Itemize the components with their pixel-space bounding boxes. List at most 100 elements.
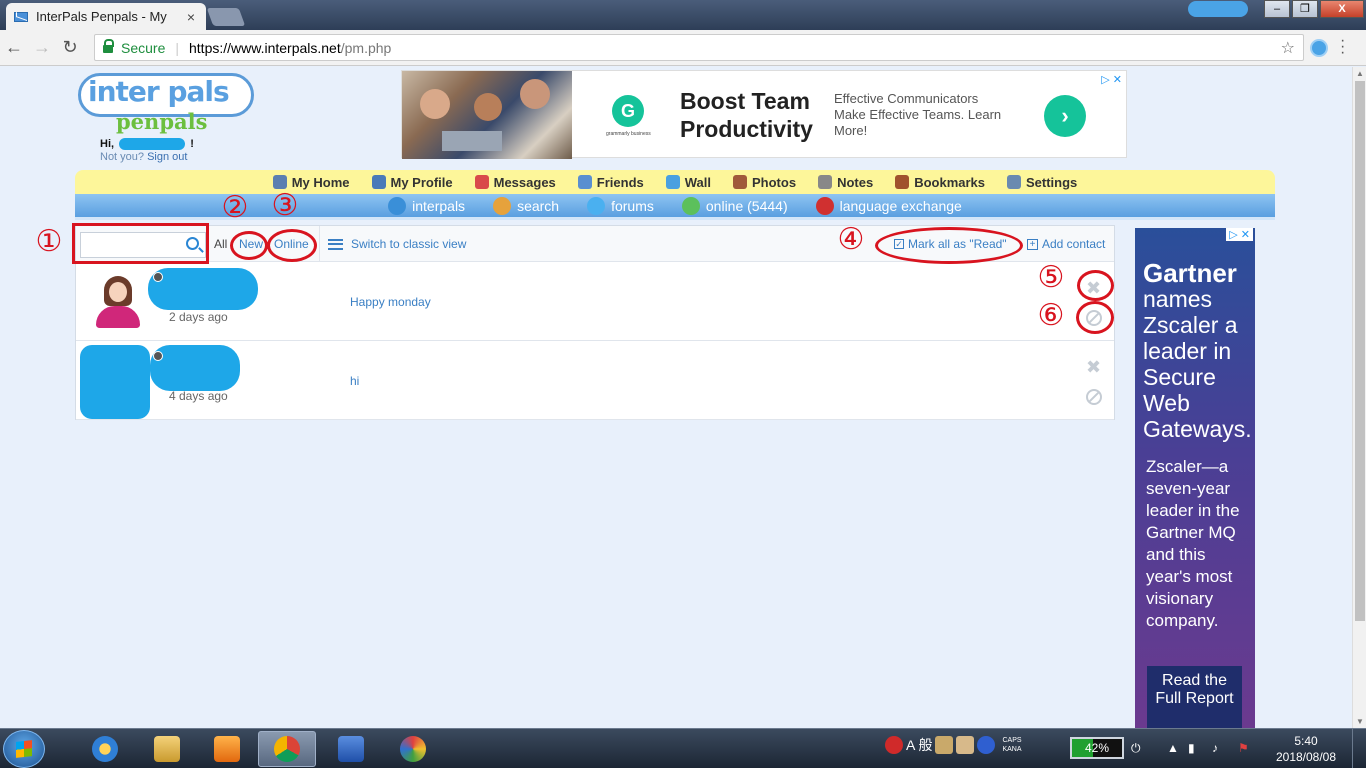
battery-indicator[interactable]: 42% [1070,737,1124,759]
ime-dictionary-icon[interactable] [935,736,954,754]
nav-item[interactable]: Messages [474,175,556,190]
filter-all[interactable]: All [214,237,227,251]
annotation-number-1: ① [35,224,63,259]
browser-menu-icon[interactable]: · · · [1340,33,1345,61]
forward-icon[interactable]: → [28,37,56,58]
ad-choices-icon[interactable]: ▷ ✕ [1226,228,1253,241]
subnav-item[interactable]: interpals [388,196,465,215]
ad-cta-button[interactable]: › [1044,95,1086,137]
subnav-item[interactable]: search [493,196,559,215]
annotation-number-4: ④ [837,222,865,257]
scroll-up-icon[interactable]: ▲ [1356,69,1364,78]
browser-titlebar: InterPals Penpals - My × – ❐ X [0,0,1366,30]
scrollbar-thumb[interactable] [1355,81,1365,621]
nav-item[interactable]: Notes [818,175,873,190]
restore-button[interactable]: ❐ [1292,0,1318,18]
subnav-item[interactable]: online (5444) [681,196,788,215]
reload-icon[interactable]: ↻ [56,37,84,58]
minimize-button[interactable]: – [1264,0,1290,18]
subnav-item[interactable]: language exchange [815,196,962,215]
volume-icon[interactable]: ♪ [1212,741,1218,755]
nav-label: Settings [1026,174,1078,190]
top-ad-banner[interactable]: G grammarly business Boost Team Producti… [401,70,1127,159]
nav-icon [733,175,747,189]
page-scrollbar[interactable]: ▲ ▼ [1352,67,1366,728]
sidebar-ad[interactable]: ▷ ✕ Gartner names Zscaler a leader in Se… [1135,228,1255,728]
mail-icon [14,11,28,22]
avatar[interactable] [80,345,150,419]
ie-taskbar-icon[interactable] [76,731,134,767]
add-contact-link[interactable]: + Add contact [1027,237,1105,251]
redacted-sender-name[interactable] [150,345,240,391]
subnav-item[interactable]: forums [587,196,654,215]
action-center-icon[interactable]: ⚑ [1238,741,1249,755]
nav-item[interactable]: Wall [665,175,711,190]
ime-tool-icon[interactable] [956,736,975,754]
browser-tab[interactable]: InterPals Penpals - My × [6,3,206,30]
ime-indicator[interactable]: A 般 [906,735,932,755]
clock-date: 2018/08/08 [1275,750,1337,764]
nav-label: Notes [837,174,874,190]
list-icon [328,238,343,250]
scroll-down-icon[interactable]: ▼ [1356,717,1364,726]
plus-icon: + [1027,238,1038,250]
nav-icon [1007,175,1021,189]
url-host: https://www.interpals.net [189,39,341,56]
block-icon[interactable] [1086,389,1102,405]
word-taskbar-icon[interactable] [322,731,380,767]
nav-item[interactable]: Photos [733,175,796,190]
media-player-taskbar-icon[interactable] [198,731,256,767]
address-bar: ← → ↻ Secure | https://www.interpals.net… [0,30,1366,66]
redacted-sender-name[interactable] [148,268,258,310]
window-close-button[interactable]: X [1320,0,1364,18]
ad-cta-button[interactable]: Read the Full Report [1147,666,1242,728]
avatar[interactable] [94,272,142,330]
interpals-logo[interactable]: inter pals penpals [78,73,254,137]
nav-item[interactable]: Settings [1007,175,1077,190]
show-desktop-button[interactable] [1352,729,1366,768]
kana-label: KANA [1002,746,1022,753]
ad-body: Zscaler—a seven-year leader in the Gartn… [1146,457,1240,630]
sub-nav: interpals search forums online (5444) langua… [75,194,1275,220]
security-tray-icon[interactable] [885,736,903,754]
power-plug-icon[interactable]: ⏻ [1131,741,1141,756]
ad-choices-icon[interactable]: ▷ ✕ [1101,73,1122,86]
chrome-taskbar-icon[interactable] [258,731,316,767]
paint-taskbar-icon[interactable] [384,731,442,767]
network-icon[interactable]: ▮ [1188,741,1195,755]
nav-item[interactable]: My Profile [371,175,453,190]
nav-item[interactable]: Bookmarks [895,175,985,190]
delete-icon[interactable]: ✖ [1086,357,1101,378]
message-row[interactable]: 2 days ago Happy monday ✖ [76,262,1114,341]
profile-badge[interactable] [1188,1,1248,17]
classic-view-link[interactable]: Switch to classic view [328,237,466,251]
verified-icon [153,351,163,361]
secure-label: Secure [121,39,166,56]
explorer-taskbar-icon[interactable] [138,731,196,767]
show-hidden-icons[interactable]: ▲ [1167,741,1179,755]
back-icon[interactable]: ← [0,37,28,58]
message-preview[interactable]: Happy monday [350,295,431,309]
extension-icon[interactable] [1310,39,1328,57]
new-tab-button[interactable] [206,8,246,26]
greeting-prefix: Hi, [100,138,115,150]
subnav-label: forums [611,197,654,214]
nav-label: My Home [291,174,350,190]
message-preview[interactable]: hi [350,374,359,388]
annotation-ellipse-markall [875,227,1023,264]
windows-taskbar: A 般 CAPS KANA 42% ⏻ ▲ ▮ ♪ ⚑ 5:40 2018/08… [0,728,1366,768]
tab-close-icon[interactable]: × [184,9,198,25]
bookmark-star-icon[interactable]: ☆ [1281,38,1295,58]
system-clock[interactable]: 5:40 2018/08/08 [1268,733,1344,765]
message-time: 4 days ago [169,389,228,403]
message-row[interactable]: 4 days ago hi ✖ [76,341,1114,420]
subnav-icon [493,196,512,215]
ad-body: Effective Communicators Make Effective T… [834,91,1002,138]
sign-out-link[interactable]: Sign out [147,151,187,163]
help-icon[interactable] [977,736,996,754]
ad-photo [402,71,572,159]
url-field[interactable]: Secure | https://www.interpals.net/pm.ph… [94,34,1304,61]
nav-icon [371,175,386,189]
start-button[interactable] [3,730,45,768]
nav-item[interactable]: Friends [577,175,644,190]
